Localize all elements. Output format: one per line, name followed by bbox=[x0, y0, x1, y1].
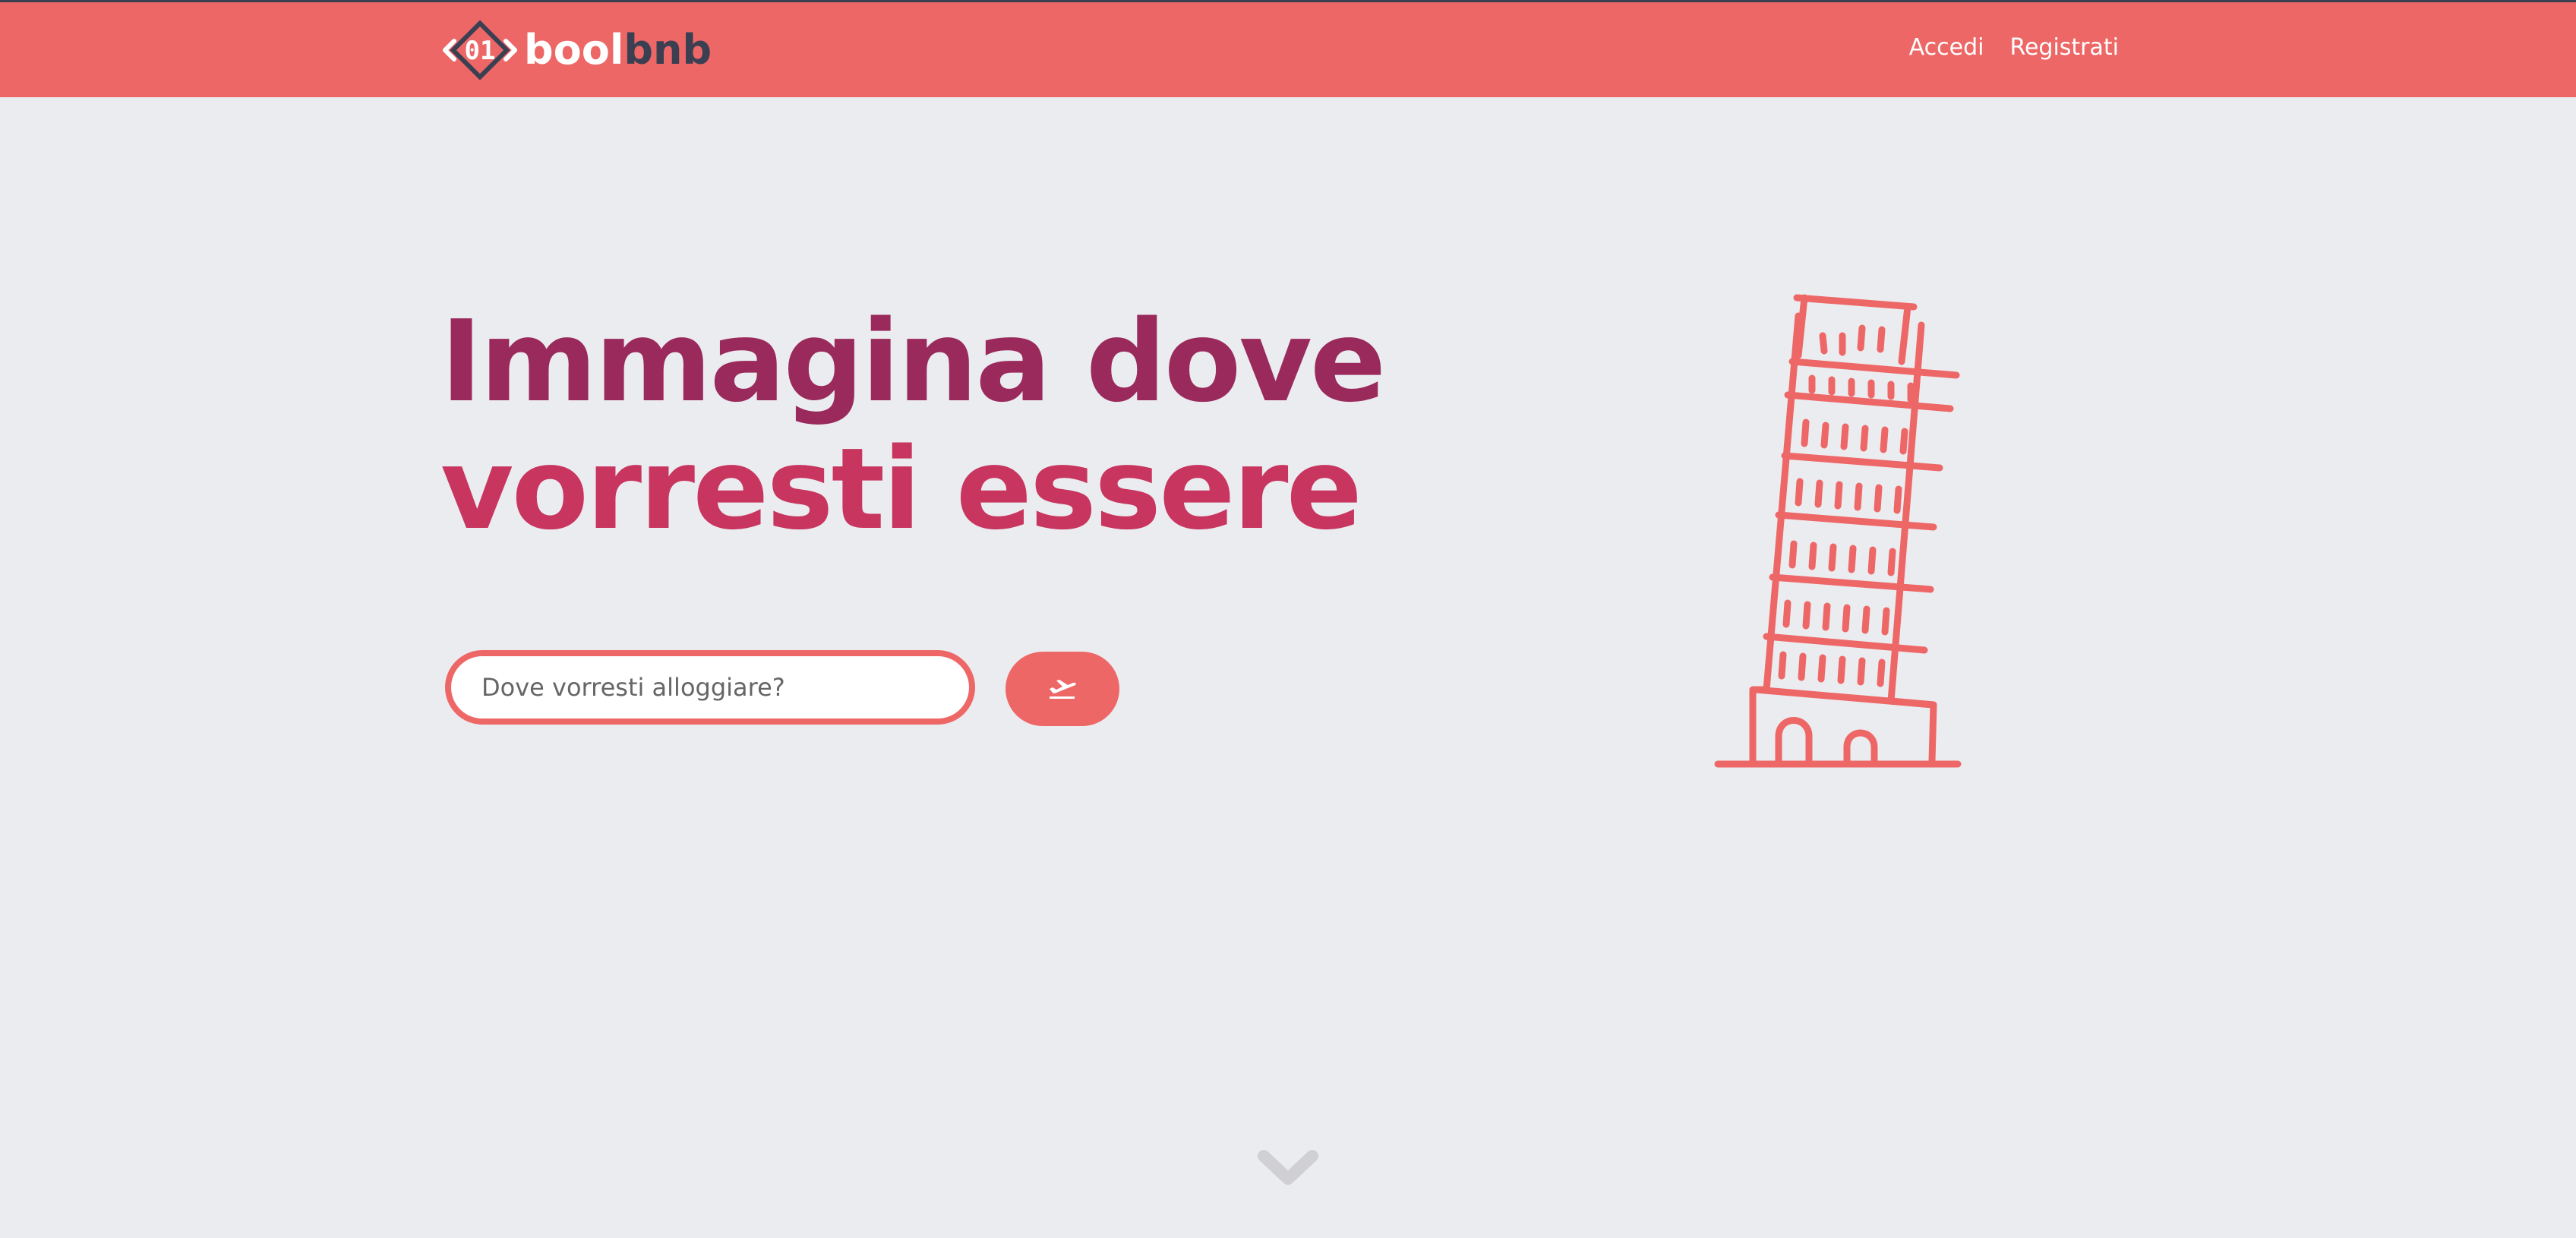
hero-title-line1: Immagina dove bbox=[440, 296, 1386, 427]
register-link[interactable]: Registrati bbox=[2009, 34, 2119, 61]
brand-name-part1: bool bbox=[524, 26, 624, 74]
hero-title: Immagina dove vorresti essere bbox=[440, 298, 1504, 553]
logo-icon: 01 bbox=[443, 20, 517, 81]
search-input[interactable] bbox=[445, 650, 975, 725]
brand-name: boolbnb bbox=[524, 30, 712, 71]
login-link[interactable]: Accedi bbox=[1909, 34, 1984, 61]
logo-mark-text: 01 bbox=[465, 36, 496, 66]
nav-links: Accedi Registrati bbox=[1909, 34, 2119, 61]
search-button[interactable] bbox=[1005, 652, 1119, 726]
plane-departure-icon bbox=[1050, 680, 1076, 699]
chevron-down-icon[interactable] bbox=[1256, 1145, 1320, 1191]
leaning-tower-of-pisa-icon bbox=[1714, 294, 1962, 768]
hero-title-line2: vorresti essere bbox=[440, 424, 1362, 554]
logo-link[interactable]: 01 boolbnb bbox=[442, 13, 712, 87]
brand-name-part2: bnb bbox=[623, 26, 712, 74]
navbar: 01 boolbnb Accedi Registrati bbox=[0, 0, 2576, 97]
